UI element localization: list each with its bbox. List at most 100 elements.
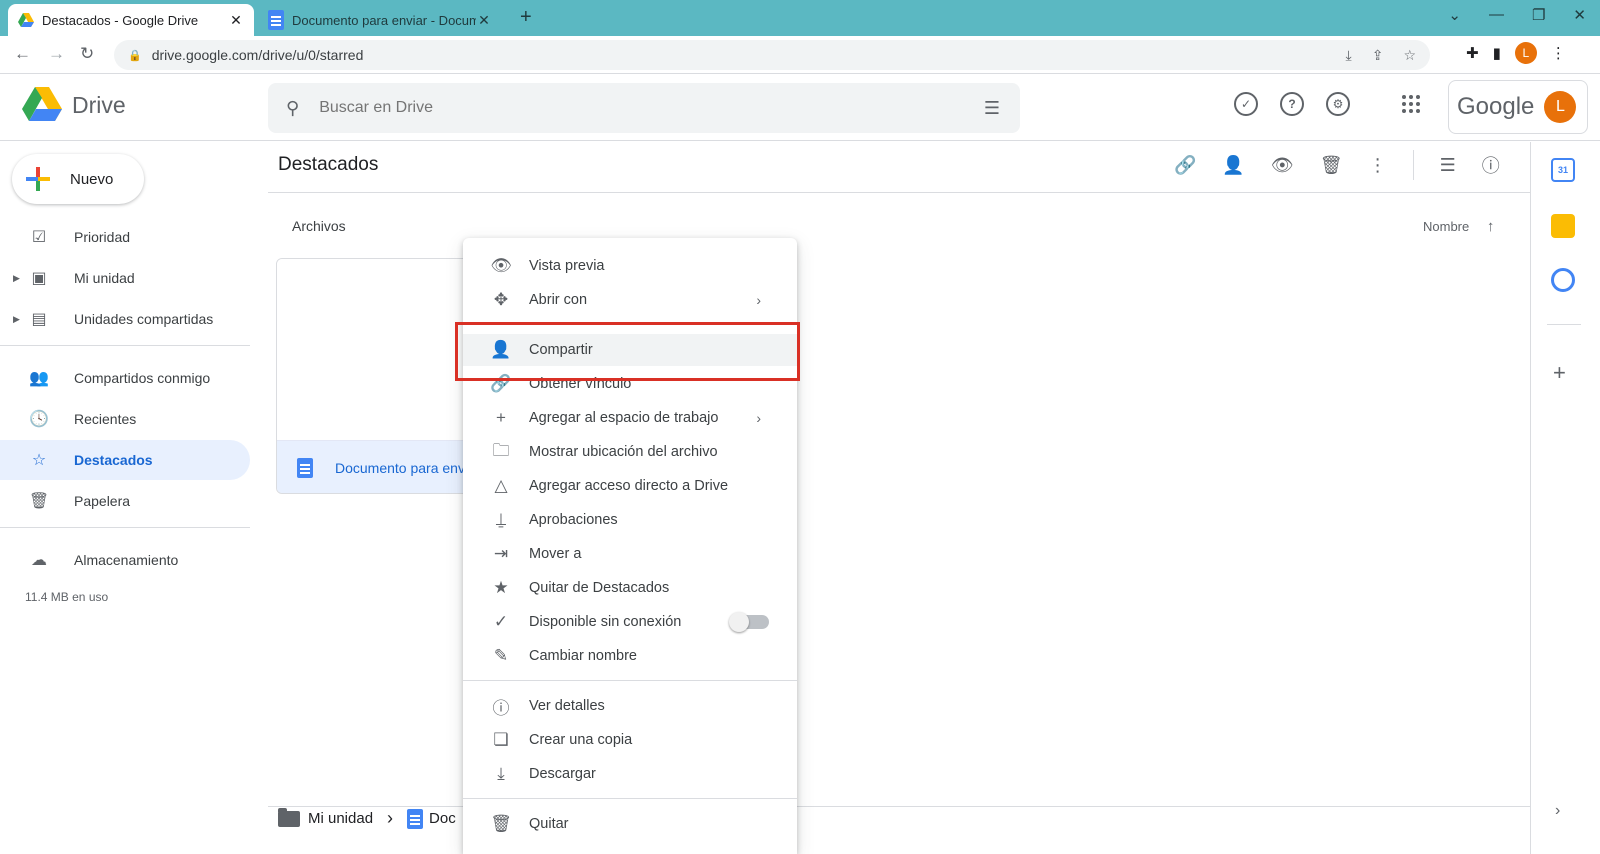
help-icon[interactable]: ?	[1280, 92, 1304, 116]
sidebar-item-prioridad[interactable]: ☑ Prioridad	[0, 217, 250, 257]
expand-caret-icon[interactable]: ▶	[13, 314, 20, 325]
main-content: Destacados 🔗 👤 👁 🗑 ⋮ ☰ ⓘ Archivos Nombre…	[268, 142, 1530, 854]
url-text: drive.google.com/drive/u/0/starred	[151, 47, 364, 63]
sidebar-item-destacados[interactable]: ☆ Destacados	[0, 440, 250, 480]
forward-icon[interactable]: →	[48, 44, 65, 64]
menu-item-abrir-con[interactable]: ✥ Abrir con ›	[463, 284, 797, 316]
sidebar-item-mi-unidad[interactable]: ▶ ▣ Mi unidad	[0, 258, 250, 298]
tab-docs[interactable]: Documento para enviar - Docum ✕	[258, 4, 502, 36]
settings-gear-icon[interactable]: ⚙	[1326, 92, 1350, 116]
trash-icon: 🗑	[28, 493, 50, 510]
sidebar-item-label: Unidades compartidas	[74, 311, 214, 327]
sidebar-item-almacenamiento[interactable]: ☁ Almacenamiento	[0, 540, 250, 580]
pencil-icon: ✎	[493, 646, 509, 665]
tasks-icon[interactable]	[1551, 268, 1575, 292]
menu-item-label: Crear una copia	[529, 732, 633, 748]
search-options-icon[interactable]: ☰	[984, 98, 1000, 119]
menu-item-acceso-directo[interactable]: △ Agregar acceso directo a Drive	[463, 470, 797, 502]
breadcrumb-root[interactable]: Mi unidad	[308, 810, 373, 827]
link-icon[interactable]: 🔗	[1174, 155, 1196, 176]
close-icon[interactable]: ✕	[228, 12, 244, 29]
ready-offline-icon[interactable]: ✓	[1234, 92, 1258, 116]
keep-icon[interactable]	[1551, 214, 1575, 238]
chevron-right-icon: ›	[756, 410, 761, 426]
breadcrumb-divider	[268, 806, 1530, 807]
chevron-down-icon[interactable]: ⌄	[1448, 6, 1461, 24]
close-window-icon[interactable]: ✕	[1573, 6, 1586, 24]
sidebar-item-compartidos-conmigo[interactable]: 👥 Compartidos conmigo	[0, 358, 250, 398]
new-button[interactable]: Nuevo	[12, 154, 144, 204]
new-tab-icon[interactable]: +	[520, 6, 532, 29]
add-addon-icon[interactable]: +	[1553, 360, 1566, 386]
menu-item-aprobaciones[interactable]: ⍊ Aprobaciones	[463, 504, 797, 536]
sidebar-item-recientes[interactable]: 🕓 Recientes	[0, 399, 250, 439]
side-panel-icon[interactable]: ▮	[1493, 44, 1501, 62]
details-info-icon[interactable]: ⓘ	[1482, 152, 1500, 178]
menu-item-label: Ver detalles	[529, 698, 605, 714]
back-icon[interactable]: ←	[14, 44, 31, 64]
account-switcher[interactable]: Google L	[1448, 80, 1588, 134]
offline-toggle[interactable]	[729, 612, 769, 632]
bookmark-star-icon[interactable]: ☆	[1403, 47, 1416, 64]
page-title: Destacados	[278, 154, 379, 175]
search-input[interactable]	[319, 99, 920, 117]
sidebar-item-papelera[interactable]: 🗑 Papelera	[0, 481, 250, 521]
lock-icon: 🔒	[128, 49, 142, 62]
restore-icon[interactable]: ❐	[1532, 6, 1545, 24]
menu-item-quitar[interactable]: 🗑 Quitar	[463, 808, 797, 840]
menu-item-vista-previa[interactable]: 👁 Vista previa	[463, 250, 797, 282]
url-input[interactable]: 🔒 drive.google.com/drive/u/0/starred ⤓ ⇪…	[114, 40, 1430, 70]
google-wordmark: Google	[1457, 93, 1535, 120]
menu-item-mover-a[interactable]: ⇥ Mover a	[463, 538, 797, 570]
download-icon: ⤓	[497, 764, 505, 783]
menu-item-cambiar-nombre[interactable]: ✎ Cambiar nombre	[463, 640, 797, 672]
preview-eye-icon[interactable]: 👁	[1271, 155, 1294, 176]
menu-item-descargar[interactable]: ⤓ Descargar	[463, 758, 797, 790]
sort-control[interactable]: Nombre ↑	[1423, 218, 1494, 235]
share-person-icon[interactable]: 👤	[1222, 155, 1244, 176]
menu-item-obtener-vinculo[interactable]: 🔗 Obtener vínculo	[463, 368, 797, 400]
menu-item-crear-copia[interactable]: ❏ Crear una copia	[463, 724, 797, 756]
drive-header: Drive ⚲ ☰ ✓ ? ⚙ Google L	[0, 75, 1600, 141]
sidebar-item-unidades-compartidas[interactable]: ▶ ▤ Unidades compartidas	[0, 299, 250, 339]
search-bar[interactable]: ⚲ ☰	[268, 83, 1020, 133]
menu-item-label: Agregar acceso directo a Drive	[529, 478, 729, 494]
expand-caret-icon[interactable]: ▶	[13, 273, 20, 284]
left-sidebar: Nuevo ☑ Prioridad ▶ ▣ Mi unidad ▶ ▤ Unid…	[0, 142, 258, 854]
browser-menu-icon[interactable]: ⋮	[1551, 44, 1566, 62]
install-icon[interactable]: ⤓	[1346, 47, 1352, 64]
calendar-icon[interactable]: 31	[1551, 158, 1575, 182]
account-avatar[interactable]: L	[1544, 91, 1577, 123]
minimize-icon[interactable]: —	[1489, 6, 1504, 24]
drive-logo[interactable]: Drive	[22, 87, 126, 123]
sidebar-item-label: Mi unidad	[74, 270, 135, 286]
menu-item-agregar-espacio-trabajo[interactable]: + Agregar al espacio de trabajo ›	[463, 402, 797, 434]
reload-icon[interactable]: ↻	[80, 44, 94, 64]
menu-item-mostrar-ubicacion[interactable]: 🗀 Mostrar ubicación del archivo	[463, 436, 797, 468]
browser-tab-bar: Destacados - Google Drive ✕ Documento pa…	[0, 0, 1600, 36]
sort-arrow-up-icon[interactable]: ↑	[1487, 218, 1495, 235]
share-icon[interactable]: ⇪	[1372, 47, 1384, 64]
list-view-icon[interactable]: ☰	[1440, 155, 1456, 176]
chevron-right-icon: ›	[387, 808, 394, 828]
shared-drives-icon: ▤	[31, 311, 47, 328]
breadcrumb-current[interactable]: Doc	[429, 810, 456, 827]
menu-item-sin-conexion[interactable]: ✓ Disponible sin conexión	[463, 606, 797, 638]
chevron-right-icon[interactable]: ›	[1555, 802, 1560, 820]
stamp-icon: ⍊	[495, 510, 507, 529]
menu-item-ver-detalles[interactable]: ⓘ Ver detalles	[463, 690, 797, 722]
drive-favicon-icon	[18, 13, 34, 27]
close-icon[interactable]: ✕	[476, 12, 492, 29]
google-apps-icon[interactable]	[1402, 95, 1420, 113]
toolbar-separator	[1412, 150, 1414, 180]
search-icon[interactable]: ⚲	[286, 98, 299, 119]
context-menu: 👁 Vista previa ✥ Abrir con › 👤 Compartir…	[463, 238, 797, 854]
profile-avatar[interactable]: L	[1514, 42, 1537, 64]
extensions-icon[interactable]: ✚	[1466, 44, 1479, 62]
menu-item-compartir[interactable]: 👤 Compartir	[463, 334, 797, 366]
menu-item-quitar-destacados[interactable]: ★ Quitar de Destacados	[463, 572, 797, 604]
more-options-icon[interactable]: ⋮	[1369, 155, 1387, 176]
copy-icon: ❏	[493, 730, 509, 749]
tab-drive[interactable]: Destacados - Google Drive ✕	[8, 4, 254, 36]
delete-trash-icon[interactable]: 🗑	[1320, 155, 1343, 176]
